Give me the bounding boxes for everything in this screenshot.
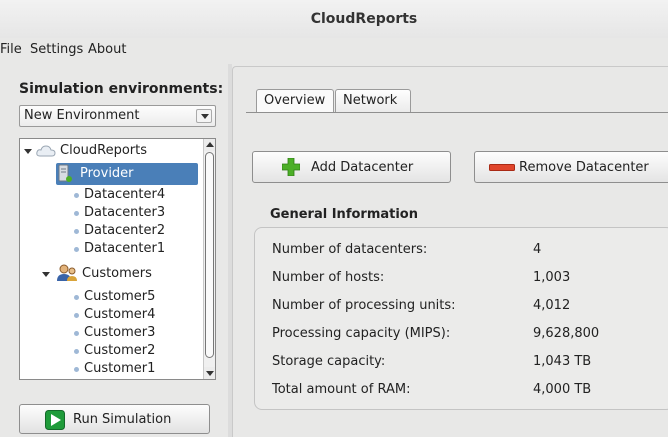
tree-label-customer: Customer5 (84, 289, 156, 304)
tree-item-customers[interactable]: Customers (42, 264, 202, 284)
info-value: 4,012 (533, 298, 571, 313)
add-datacenter-button[interactable]: Add Datacenter (252, 151, 451, 183)
server-icon (58, 164, 72, 182)
info-label: Number of processing units: (272, 298, 456, 313)
general-info-panel: Number of datacenters: 4 Number of hosts… (254, 227, 668, 410)
scrollbar-thumb[interactable] (205, 152, 214, 358)
plus-icon (282, 158, 300, 176)
tree-label-datacenter: Datacenter2 (84, 223, 166, 238)
play-icon (45, 410, 65, 430)
menu-file[interactable]: File (0, 42, 22, 57)
info-value: 1,043 TB (533, 354, 592, 369)
tab-overview-label: Overview (264, 93, 326, 108)
leaf-dot-icon (74, 193, 79, 198)
environment-select-value: New Environment (24, 108, 140, 123)
tree-label-customer: Customer4 (84, 307, 156, 322)
expand-arrow-icon[interactable] (42, 172, 50, 177)
run-simulation-button[interactable]: Run Simulation (19, 404, 210, 434)
scroll-up-icon[interactable] (204, 139, 215, 151)
title-bar: CloudReports (0, 0, 668, 38)
tree-item-customer[interactable]: Customer3 (74, 323, 204, 343)
tree-item-customer[interactable]: Customer4 (74, 305, 204, 325)
tab-divider (246, 112, 668, 113)
tree-label-provider: Provider (80, 166, 134, 181)
info-value: 1,003 (533, 270, 571, 285)
environments-label: Simulation environments: (19, 81, 224, 97)
left-pane: Simulation environments: New Environment… (0, 64, 228, 437)
leaf-dot-icon (74, 229, 79, 234)
expand-arrow-icon[interactable] (24, 149, 32, 154)
environment-tree[interactable]: CloudReports Provider Datacenter4 Datace… (19, 138, 216, 380)
chevron-down-icon[interactable] (196, 109, 212, 123)
tree-item-root[interactable]: CloudReports (24, 141, 194, 161)
scroll-down-icon[interactable] (204, 367, 215, 379)
expand-arrow-icon[interactable] (42, 272, 50, 277)
leaf-dot-icon (74, 349, 79, 354)
users-icon (57, 264, 77, 281)
run-simulation-label: Run Simulation (73, 412, 172, 427)
tab-network[interactable]: Network (335, 89, 411, 113)
leaf-dot-icon (74, 367, 79, 372)
tree-label-customers: Customers (82, 266, 152, 281)
tab-overview[interactable]: Overview (256, 89, 334, 113)
info-label: Number of hosts: (272, 270, 385, 285)
leaf-dot-icon (74, 247, 79, 252)
tree-item-datacenter[interactable]: Datacenter4 (74, 185, 204, 205)
section-title: General Information (270, 207, 418, 222)
tree-item-customer[interactable]: Customer2 (74, 341, 204, 361)
cloud-icon (36, 145, 56, 157)
info-value: 9,628,800 (533, 326, 600, 341)
tree-item-datacenter[interactable]: Datacenter1 (74, 239, 204, 259)
tree-label-datacenter: Datacenter4 (84, 187, 166, 202)
tree-item-datacenter[interactable]: Datacenter3 (74, 203, 204, 223)
tree-label-customer: Customer2 (84, 343, 156, 358)
info-label: Processing capacity (MIPS): (272, 326, 451, 341)
info-label: Number of datacenters: (272, 242, 428, 257)
menu-settings[interactable]: Settings (30, 42, 83, 57)
tree-label-customer: Customer1 (84, 361, 156, 376)
menu-bar: File Settings About (0, 38, 668, 64)
environment-select[interactable]: New Environment (19, 105, 216, 127)
add-datacenter-label: Add Datacenter (311, 160, 414, 175)
right-pane: Overview Network Add Datacenter Remove D… (232, 66, 668, 437)
minus-icon (489, 164, 515, 171)
tree-item-provider[interactable]: Provider (42, 164, 202, 184)
leaf-dot-icon (74, 211, 79, 216)
tree-item-customer[interactable]: Customer5 (74, 287, 204, 307)
menu-about[interactable]: About (88, 42, 126, 57)
remove-datacenter-button[interactable]: Remove Datacenter (474, 151, 668, 183)
leaf-dot-icon (74, 295, 79, 300)
tree-label-root: CloudReports (60, 143, 148, 158)
tab-network-label: Network (343, 93, 398, 108)
info-label: Storage capacity: (272, 354, 386, 369)
tree-label-datacenter: Datacenter3 (84, 205, 166, 220)
leaf-dot-icon (74, 313, 79, 318)
window-title: CloudReports (310, 11, 418, 27)
tree-scrollbar[interactable] (203, 139, 215, 379)
tree-label-customer: Customer3 (84, 325, 156, 340)
info-value: 4,000 TB (533, 382, 592, 397)
info-value: 4 (533, 242, 542, 257)
leaf-dot-icon (74, 331, 79, 336)
tree-item-datacenter[interactable]: Datacenter2 (74, 221, 204, 241)
remove-datacenter-label: Remove Datacenter (519, 160, 649, 175)
tree-item-customer[interactable]: Customer1 (74, 359, 204, 379)
tree-label-datacenter: Datacenter1 (84, 241, 166, 256)
info-label: Total amount of RAM: (272, 382, 411, 397)
